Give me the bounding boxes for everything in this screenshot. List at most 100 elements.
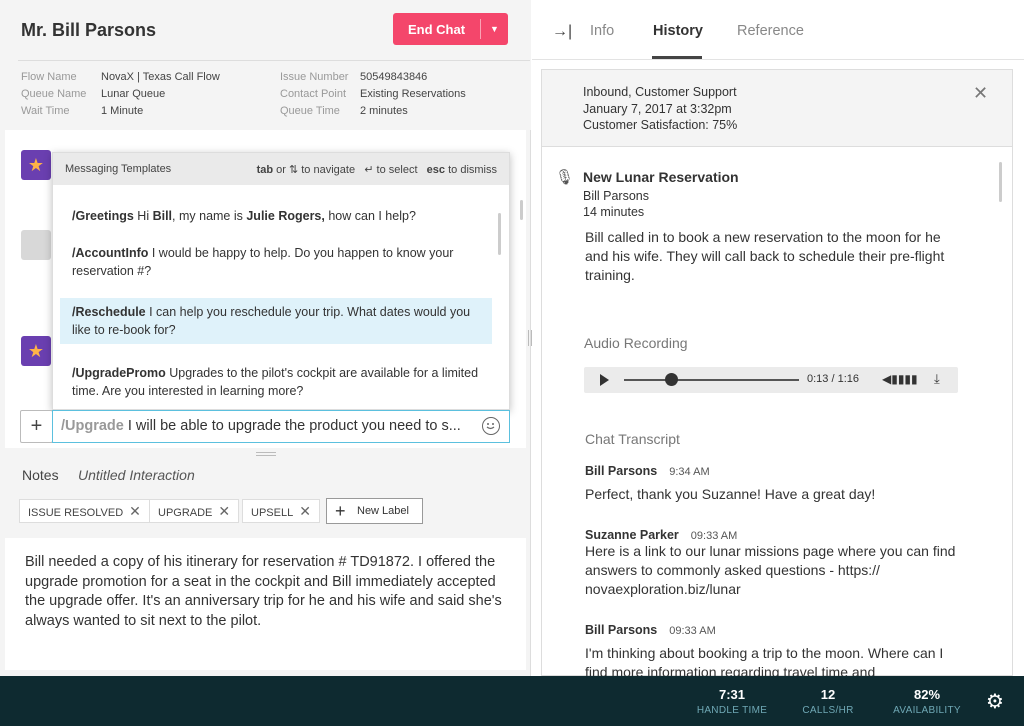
history-title: New Lunar Reservation	[583, 169, 739, 185]
customer-satisfaction: Customer Satisfaction: 75%	[583, 118, 738, 132]
notes-tab[interactable]: Notes	[22, 467, 59, 483]
message-time: 09:33 AM	[690, 530, 738, 542]
template-item-reschedule[interactable]: /Reschedule I can help you reschedule yo…	[60, 298, 492, 344]
close-icon[interactable]: ✕	[973, 83, 988, 104]
star-icon: ★	[27, 340, 45, 361]
stat-handle-time: 7:31 HANDLE TIME	[690, 687, 774, 716]
tab-reference[interactable]: Reference	[737, 23, 804, 39]
stat-value: 7:31	[718, 687, 746, 702]
message-author: Bill Parsons	[585, 623, 658, 637]
hint-key-tab: tab	[256, 163, 274, 176]
message-author: Suzanne Parker	[585, 528, 679, 542]
template-text: how can I help?	[324, 209, 416, 223]
stat-label: CALLS/HR	[802, 705, 854, 716]
history-scrollbar[interactable]	[999, 162, 1002, 202]
interaction-date: January 7, 2017 at 3:32pm	[583, 102, 732, 116]
hint-or: or	[276, 163, 286, 176]
collapse-panel-icon[interactable]: →|	[552, 23, 572, 41]
label-chip-upsell: UPSELL ✕	[242, 499, 320, 523]
plus-icon: +	[30, 415, 43, 437]
audio-scrubber[interactable]	[665, 373, 679, 386]
hint-navigate: to navigate	[301, 163, 356, 176]
template-command: /Greetings	[72, 209, 134, 223]
download-icon[interactable]: ⤓	[934, 371, 940, 387]
label-text: UPGRADE	[158, 507, 213, 519]
tab-info[interactable]: Info	[590, 23, 614, 39]
history-summary: Bill called in to book a new reservation…	[585, 229, 945, 283]
play-icon[interactable]	[600, 374, 609, 386]
smile-icon	[486, 423, 495, 430]
templates-scrollbar[interactable]	[498, 213, 501, 255]
status-bar: 7:31 HANDLE TIME 12 CALLS/HR 82% AVAILAB…	[0, 676, 1024, 726]
template-text: Hi	[133, 209, 153, 223]
template-item-accountinfo[interactable]: /AccountInfo I would be happy to help. D…	[60, 239, 492, 285]
templates-hint: tab or ⇅ to navigate ↵ to select esc to …	[257, 163, 497, 176]
hint-dismiss: to dismiss	[448, 163, 497, 176]
volume-icon[interactable]: ◀▮▮▮▮	[882, 372, 918, 386]
transcript-message: Bill Parsons 9:34 AM	[585, 462, 710, 480]
history-card-header: Inbound, Customer Support January 7, 201…	[542, 70, 1012, 147]
customer-avatar	[21, 230, 51, 260]
end-chat-label: End Chat	[407, 21, 466, 37]
template-command: /Reschedule	[72, 305, 146, 319]
interaction-type: Inbound, Customer Support	[583, 85, 737, 99]
audio-recording-label: Audio Recording	[584, 335, 688, 351]
history-customer: Bill Parsons	[583, 189, 649, 203]
header-divider	[18, 60, 530, 61]
agent-avatar: ★	[21, 336, 51, 366]
template-text: , my name is	[172, 209, 247, 223]
tab-history[interactable]: History	[653, 23, 703, 39]
message-input[interactable]: /Upgrade I will be able to upgrade the p…	[52, 410, 510, 443]
agent-avatar: ★	[21, 150, 51, 180]
label-chip-issue-resolved: ISSUE RESOLVED ✕	[19, 499, 150, 523]
end-chat-button[interactable]: End Chat ▼	[393, 13, 508, 45]
customer-name: Mr. Bill Parsons	[21, 20, 157, 40]
template-customer-name: Bill	[152, 209, 173, 223]
gear-icon[interactable]: ⚙	[986, 692, 1006, 712]
notes-resize-grip[interactable]	[256, 452, 276, 456]
close-icon[interactable]: ✕	[129, 503, 141, 519]
arrows-icon: ⇅	[288, 163, 299, 176]
notes-textarea[interactable]: Bill needed a copy of his itinerary for …	[5, 538, 526, 670]
hint-key-esc: esc	[426, 163, 446, 176]
close-icon[interactable]: ✕	[299, 503, 311, 519]
meta-key: Flow Name	[21, 71, 77, 83]
new-label-button[interactable]: + New Label	[326, 498, 423, 524]
audio-track[interactable]	[624, 379, 799, 381]
microphone-icon: 🎙	[555, 169, 575, 186]
meta-value: NovaX | Texas Call Flow	[101, 71, 220, 83]
new-label-text: New Label	[357, 505, 409, 517]
add-attachment-button[interactable]: +	[20, 410, 53, 443]
history-duration: 14 minutes	[583, 205, 645, 219]
label-chip-upgrade: UPGRADE ✕	[149, 499, 240, 523]
meta-value: Existing Reservations	[360, 88, 466, 100]
meta-key: Queue Name	[21, 88, 87, 100]
plus-icon: +	[335, 501, 346, 521]
emoji-icon[interactable]	[482, 417, 500, 435]
template-command: /UpgradePromo	[72, 366, 166, 380]
label-text: ISSUE RESOLVED	[28, 507, 124, 519]
close-icon[interactable]: ✕	[218, 503, 230, 519]
template-agent-name: Julie Rogers,	[246, 209, 325, 223]
audio-player: 0:13 / 1:16 ◀▮▮▮▮ ⤓	[584, 367, 958, 393]
stat-label: HANDLE TIME	[696, 705, 768, 716]
meta-key: Contact Point	[280, 88, 347, 100]
stat-availability: 82% AVAILABILITY	[886, 687, 968, 716]
notes-title[interactable]: Untitled Interaction	[78, 467, 195, 483]
hint-select: to select	[376, 163, 418, 176]
meta-value: Lunar Queue	[101, 88, 166, 100]
message-text: Perfect, thank you Suzanne! Have a great…	[585, 486, 876, 502]
template-item-greetings[interactable]: /Greetings Hi Bill, my name is Julie Rog…	[60, 202, 492, 230]
message-author: Bill Parsons	[585, 464, 658, 478]
message-composer: + /Upgrade I will be able to upgrade the…	[20, 410, 510, 443]
template-item-upgradepromo[interactable]: /UpgradePromo Upgrades to the pilot's co…	[60, 359, 492, 405]
chat-scrollbar[interactable]	[520, 200, 523, 220]
stat-value: 82%	[913, 687, 941, 702]
stat-value: 12	[820, 687, 836, 702]
composer-text: I will be able to upgrade the product yo…	[123, 418, 461, 434]
audio-time: 0:13 / 1:16	[807, 373, 859, 385]
meta-key: Wait Time	[21, 105, 70, 117]
chevron-down-icon[interactable]: ▼	[481, 24, 508, 34]
transcript-message: Bill Parsons 09:33 AM	[585, 621, 716, 639]
tabs-divider	[532, 59, 1024, 60]
